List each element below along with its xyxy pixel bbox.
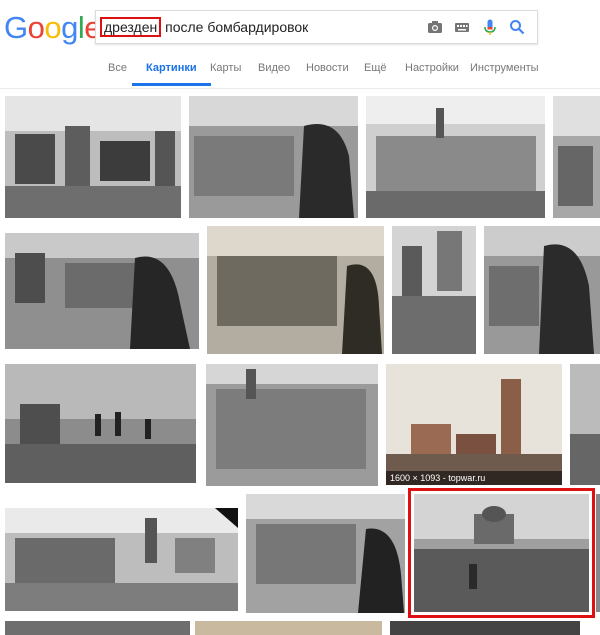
tab-more[interactable]: Ещё	[364, 62, 387, 74]
result-image[interactable]	[5, 233, 199, 349]
header: Google дрезден после бомбардировок Все К…	[0, 0, 600, 89]
result-image[interactable]	[366, 96, 545, 218]
result-image[interactable]	[246, 494, 405, 613]
query-rest: после бомбардировок	[161, 19, 309, 35]
result-image[interactable]	[553, 96, 600, 218]
result-image[interactable]	[570, 364, 600, 485]
result-image[interactable]	[5, 508, 238, 611]
result-image[interactable]	[596, 494, 600, 612]
result-image[interactable]	[5, 364, 196, 483]
result-image[interactable]	[195, 621, 382, 635]
camera-icon[interactable]	[426, 18, 444, 36]
tab-settings[interactable]: Настройки	[405, 62, 459, 74]
result-image[interactable]	[392, 226, 476, 354]
tab-maps[interactable]: Карты	[210, 62, 241, 74]
result-image[interactable]	[189, 96, 358, 218]
tab-all[interactable]: Все	[108, 62, 127, 74]
result-image[interactable]: 1600 × 1093 - topwar.ru	[386, 364, 562, 485]
query-highlight: дрезден	[100, 17, 162, 37]
google-logo[interactable]: Google	[4, 10, 102, 46]
logo-letter-g2: g	[61, 10, 78, 45]
keyboard-icon[interactable]	[453, 18, 471, 36]
tab-video[interactable]: Видео	[258, 62, 290, 74]
result-image[interactable]	[484, 226, 600, 354]
search-box[interactable]: дрезден после бомбардировок	[95, 10, 538, 44]
microphone-icon[interactable]	[481, 18, 499, 36]
logo-letter-g: G	[4, 10, 28, 45]
logo-letter-o2: o	[44, 10, 62, 45]
search-icon[interactable]	[508, 18, 526, 36]
search-query[interactable]: дрезден после бомбардировок	[100, 17, 309, 37]
tab-news[interactable]: Новости	[306, 62, 349, 74]
image-results-grid: 1600 × 1093 - topwar.ru	[0, 88, 600, 635]
result-image[interactable]	[390, 621, 580, 635]
result-image[interactable]	[5, 96, 181, 218]
result-image[interactable]	[207, 226, 384, 354]
image-size-caption: 1600 × 1093 - topwar.ru	[386, 471, 562, 485]
tab-images[interactable]: Картинки	[132, 62, 211, 86]
result-image[interactable]	[206, 364, 378, 486]
selected-result-image[interactable]	[408, 488, 595, 618]
tab-tools[interactable]: Инструменты	[470, 62, 539, 74]
logo-letter-o1: o	[27, 10, 45, 45]
result-image[interactable]	[5, 621, 190, 635]
